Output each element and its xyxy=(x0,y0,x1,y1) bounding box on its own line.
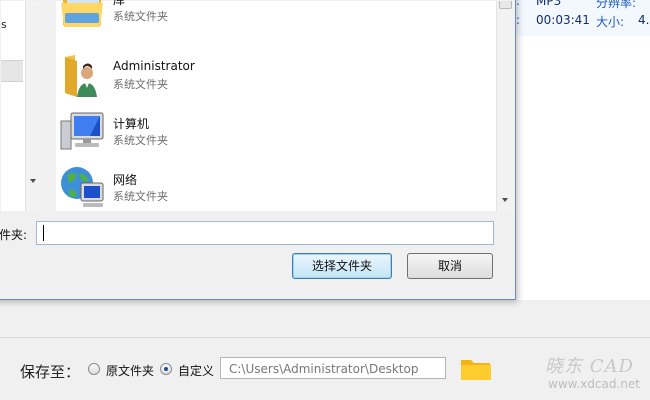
save-to-label: 保存至： xyxy=(20,363,81,381)
list-item[interactable]: 计算机 系统文件夹 xyxy=(56,105,476,159)
format-value: MP3 xyxy=(536,0,562,8)
library-icon xyxy=(61,0,103,27)
radio-custom-folder[interactable] xyxy=(160,363,172,375)
radio-original-folder-label[interactable]: 原文件夹 xyxy=(106,362,154,379)
divider xyxy=(0,337,650,338)
radio-custom-folder-label[interactable]: 自定义 xyxy=(178,362,214,379)
browse-folder-dialog: s 库 系统文件夹 Administrator 系统文件夹 计算机 系统文件夹 … xyxy=(0,0,516,300)
list-item[interactable]: 库 系统文件夹 xyxy=(56,0,476,35)
save-path-field[interactable]: C:\Users\Administrator\Desktop xyxy=(220,357,446,379)
watermark-logo: 晓东 CAD xyxy=(545,356,634,377)
item-type: 系统文件夹 xyxy=(113,10,168,23)
list-scrollbar[interactable] xyxy=(496,1,514,211)
resolution-label: 分辨率: xyxy=(596,0,637,10)
item-name: Administrator xyxy=(113,59,195,73)
background-panel xyxy=(500,0,650,300)
duration-value: 00:03:41 xyxy=(536,13,590,27)
text-caret xyxy=(43,225,44,241)
scrollbar-thumb[interactable] xyxy=(499,1,512,9)
folder-input[interactable] xyxy=(36,221,494,245)
select-folder-button[interactable]: 选择文件夹 xyxy=(292,253,392,279)
size-value: 4.2 xyxy=(638,13,650,27)
item-type: 系统文件夹 xyxy=(113,190,168,203)
chevron-down-icon[interactable] xyxy=(502,198,508,202)
item-name: 库 xyxy=(113,0,126,7)
navigation-selected-item[interactable] xyxy=(1,60,23,82)
folder-icon xyxy=(461,360,491,380)
chevron-down-icon[interactable] xyxy=(30,179,36,183)
cancel-button[interactable]: 取消 xyxy=(407,253,493,279)
item-name: 网络 xyxy=(113,173,138,187)
item-type: 系统文件夹 xyxy=(113,78,168,91)
computer-icon xyxy=(60,112,104,150)
folder-list[interactable]: 库 系统文件夹 Administrator 系统文件夹 计算机 系统文件夹 网络… xyxy=(56,0,496,211)
watermark-url: www.xdcad.net xyxy=(548,377,640,391)
list-item[interactable]: Administrator 系统文件夹 xyxy=(56,49,476,103)
item-type: 系统文件夹 xyxy=(113,134,168,147)
radio-original-folder[interactable] xyxy=(88,363,100,375)
navigation-scrollbar[interactable] xyxy=(25,1,40,211)
network-icon xyxy=(61,167,104,207)
media-info-panel: : MP3 分辨率: : 00:03:41 大小: 4.2 xyxy=(512,0,650,36)
navigation-partial-text: s xyxy=(1,18,7,31)
list-item[interactable]: 网络 系统文件夹 xyxy=(56,161,476,215)
folder-label: 文件夹: xyxy=(0,228,28,242)
user-folder-icon xyxy=(65,55,97,97)
navigation-pane[interactable]: s xyxy=(1,1,40,211)
size-label: 大小: xyxy=(596,15,625,29)
item-name: 计算机 xyxy=(113,117,150,131)
browse-folder-button[interactable] xyxy=(460,356,492,382)
